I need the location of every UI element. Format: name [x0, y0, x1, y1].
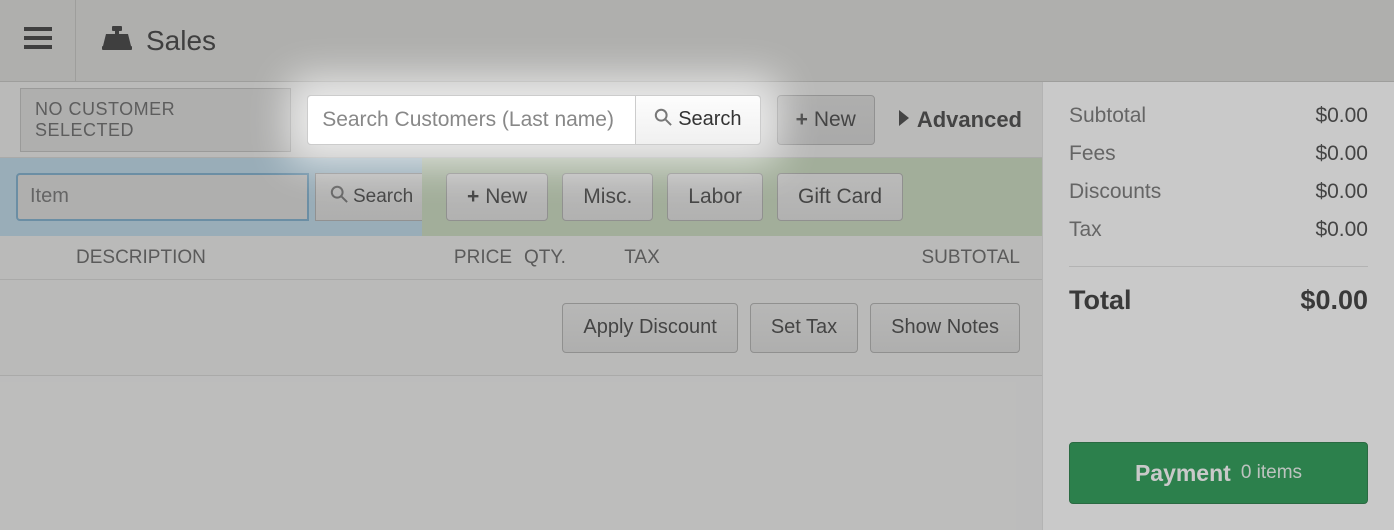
customer-bar: NO CUSTOMER SELECTED Search + New Adv [0, 82, 1042, 158]
item-search-zone: Search [0, 158, 422, 236]
tax-label: Tax [1069, 218, 1102, 242]
chevron-right-icon [897, 107, 911, 133]
totals-panel: Subtotal $0.00 Fees $0.00 Discounts $0.0… [1042, 82, 1394, 530]
search-icon [654, 108, 672, 132]
new-customer-button-label: New [814, 108, 856, 132]
discounts-value: $0.00 [1315, 180, 1368, 204]
payment-button[interactable]: Payment 0 items [1069, 442, 1368, 504]
payment-item-count: 0 items [1241, 462, 1302, 484]
app-header: Sales [0, 0, 1394, 82]
total-label: Total [1069, 285, 1132, 316]
item-search-button-label: Search [353, 186, 413, 208]
giftcard-button[interactable]: Gift Card [777, 173, 903, 221]
col-price: PRICE [442, 247, 512, 269]
set-tax-button[interactable]: Set Tax [750, 303, 858, 353]
search-icon [330, 185, 348, 209]
giftcard-button-label: Gift Card [798, 185, 882, 209]
item-search-input[interactable] [16, 173, 309, 221]
apply-discount-button[interactable]: Apply Discount [562, 303, 737, 353]
new-customer-button[interactable]: + New [777, 95, 875, 145]
hamburger-icon [24, 27, 52, 54]
discounts-label: Discounts [1069, 180, 1161, 204]
row-actions: Apply Discount Set Tax Show Notes [0, 280, 1042, 376]
customer-search-input[interactable] [307, 95, 635, 145]
line-items-empty [0, 376, 1042, 530]
col-subtotal: SUBTOTAL [712, 247, 1020, 269]
customer-search-button[interactable]: Search [635, 95, 760, 145]
item-bar: Search + New Misc. Labor Gift Card [0, 158, 1042, 236]
labor-button-label: Labor [688, 185, 742, 209]
payment-button-label: Payment [1135, 460, 1231, 487]
fees-label: Fees [1069, 142, 1116, 166]
misc-button[interactable]: Misc. [562, 173, 653, 221]
col-qty: QTY. [512, 247, 572, 269]
item-search-button[interactable]: Search [315, 173, 428, 221]
customer-search-group: Search [307, 95, 760, 145]
page-title: Sales [146, 25, 216, 57]
customer-search-button-label: Search [678, 108, 741, 131]
subtotal-label: Subtotal [1069, 104, 1146, 128]
new-item-button[interactable]: + New [446, 173, 548, 221]
total-value: $0.00 [1300, 285, 1368, 316]
col-tax: TAX [572, 247, 712, 269]
misc-button-label: Misc. [583, 185, 632, 209]
show-notes-button[interactable]: Show Notes [870, 303, 1020, 353]
menu-button[interactable] [0, 0, 76, 82]
tax-value: $0.00 [1315, 218, 1368, 242]
no-customer-badge: NO CUSTOMER SELECTED [20, 88, 291, 152]
line-items-header: DESCRIPTION PRICE QTY. TAX SUBTOTAL [0, 236, 1042, 280]
labor-button[interactable]: Labor [667, 173, 763, 221]
advanced-toggle[interactable]: Advanced [897, 107, 1022, 133]
fees-value: $0.00 [1315, 142, 1368, 166]
plus-icon: + [796, 108, 808, 132]
register-icon [102, 26, 132, 55]
subtotal-value: $0.00 [1315, 104, 1368, 128]
col-description: DESCRIPTION [22, 247, 442, 269]
item-actions: + New Misc. Labor Gift Card [422, 158, 1042, 236]
totals-divider [1069, 266, 1368, 267]
plus-icon: + [467, 185, 479, 209]
new-item-button-label: New [485, 185, 527, 209]
advanced-label: Advanced [917, 107, 1022, 133]
